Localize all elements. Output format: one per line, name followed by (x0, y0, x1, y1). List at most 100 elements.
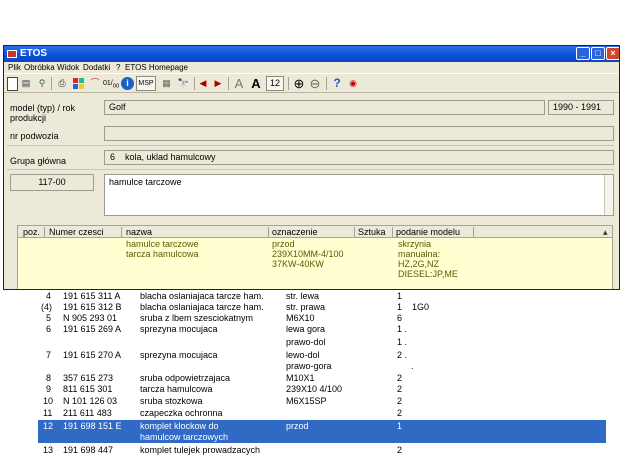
row-name: sruba odpowietrzajaca (140, 373, 231, 383)
row-designation: 239X10 4/100 (286, 384, 343, 394)
row-part-number: N 101 126 03 (63, 396, 118, 406)
toolbar: ▤ ⚲ ⎙ ⌒ 01/00 i MSP ▦ 🔭 ◀ ▶ A A 12 ⊕ ⊖ ?… (4, 73, 619, 93)
new-document-icon[interactable] (7, 77, 18, 91)
row-quantity: 2 . (397, 350, 408, 360)
row-part-number: 811 615 301 (63, 384, 113, 394)
table-row-selected[interactable] (38, 420, 606, 443)
col-name[interactable]: nazwa (126, 227, 152, 237)
row-designation: M6X10 (286, 313, 315, 323)
row-poz: (4) (41, 302, 52, 312)
previous-icon[interactable]: ◀ (197, 76, 209, 91)
row-part-number: 191 615 269 A (63, 324, 122, 334)
measure-icon[interactable]: ⌒ (88, 76, 102, 91)
menu-bar: Plik Obróbka Widok Dodatki ? ETOS Homepa… (4, 62, 619, 73)
window-title: ETOS (20, 48, 48, 59)
row-name: sprezyna mocujaca (140, 350, 218, 360)
group-row-designation-1: przod (272, 239, 295, 249)
row-designation: M10X1 (286, 373, 315, 383)
menu-etos-homepage[interactable]: ETOS Homepage (125, 63, 188, 72)
col-part-number[interactable]: Numer czesci (49, 227, 104, 237)
row-quantity: 2 (397, 408, 403, 418)
row-part-number: 191 615 311 A (63, 291, 121, 301)
app-window: ETOS _ □ × Plik Obróbka Widok Dodatki ? … (3, 45, 620, 290)
row-name: komplet klockow do (140, 421, 219, 431)
row-quantity: 2 (397, 384, 403, 394)
row-designation: lewo-dol (286, 350, 320, 360)
print-icon[interactable]: ⎙ (54, 76, 70, 91)
col-quantity[interactable]: Sztuka (358, 227, 386, 237)
row-poz: 5 (46, 313, 52, 323)
binoculars-icon[interactable]: 🔭 (176, 76, 191, 91)
row-poz: 6 (46, 324, 52, 334)
years-field[interactable]: 1990 - 1991 (548, 100, 614, 115)
font-increase-icon[interactable]: A (249, 76, 263, 91)
units-icon[interactable]: 01/00 (103, 76, 119, 91)
row-quantity: 2 (397, 396, 403, 406)
row-quantity: . (411, 361, 414, 371)
subgroup-code[interactable]: 117-00 (10, 174, 94, 191)
model-field[interactable]: Golf (104, 100, 545, 115)
row-quantity: 1 (397, 302, 403, 312)
col-designation[interactable]: oznaczenie (272, 227, 318, 237)
row-name: sprezyna mocujaca (140, 324, 218, 334)
row-poz: 7 (46, 350, 52, 360)
calculator-icon[interactable]: ▦ (159, 76, 174, 91)
row-part-number: N 905 293 01 (63, 313, 118, 323)
next-icon[interactable]: ▶ (212, 76, 224, 91)
info-icon[interactable]: i (121, 77, 134, 90)
title-bar[interactable]: ETOS _ □ × (4, 46, 619, 62)
group-row-designation-2: 239X10MM-4/100 (272, 249, 344, 259)
table-scroll-up-icon[interactable]: ▴ (603, 227, 608, 238)
menu-widok[interactable]: Widok (57, 63, 79, 72)
col-model[interactable]: podanie modelu (396, 227, 460, 237)
menu-dodatki[interactable]: Dodatki (83, 63, 110, 72)
row-poz: 4 (46, 291, 52, 301)
group-field[interactable]: 6 kola, uklad hamulcowy (104, 150, 614, 165)
font-decrease-icon[interactable]: A (232, 76, 246, 91)
row-designation: str. lewa (286, 291, 320, 301)
chassis-field[interactable] (104, 126, 614, 141)
row-part-number: 357 615 273 (63, 373, 114, 383)
row-name: blacha oslaniajaca tarcze ham. (140, 302, 264, 312)
menu-help[interactable]: ? (116, 63, 120, 72)
menu-obrobka[interactable]: Obróbka (24, 63, 55, 72)
help-icon[interactable]: ? (331, 76, 343, 91)
row-quantity: 6 (397, 313, 403, 323)
row-designation: M6X15SP (286, 396, 327, 406)
zoom-in-icon[interactable]: ⊕ (292, 76, 306, 91)
model-label: model (typ) / rok produkcji (10, 103, 76, 123)
zoom-out-icon[interactable]: ⊖ (308, 76, 322, 91)
row-part-number: 191 615 270 A (63, 350, 122, 360)
grid-view-icon[interactable] (72, 76, 85, 91)
group-header-row[interactable]: hamulce tarczowe tarcza hamulcowa przod … (17, 238, 613, 289)
row-model: 1G0 (412, 302, 430, 312)
maximize-button[interactable]: □ (591, 47, 605, 60)
app-icon (7, 50, 17, 58)
row-name: blacha oslaniajaca tarcze ham. (140, 291, 264, 301)
etos-logo-icon[interactable]: ◉ (346, 76, 360, 91)
group-row-name-1: hamulce tarczowe (126, 239, 199, 249)
row-poz: 12 (43, 421, 54, 431)
col-poz[interactable]: poz. (23, 227, 40, 237)
minimize-button[interactable]: _ (576, 47, 590, 60)
divider (7, 169, 614, 170)
row-part-number: 191 698 151 E (63, 421, 122, 431)
group-value: kola, uklad hamulcowy (125, 152, 216, 162)
row-quantity: 2 (397, 373, 403, 383)
msp-button[interactable]: MSP (136, 76, 156, 91)
description-scrollbar[interactable] (604, 175, 613, 215)
search-parts-icon[interactable]: ⚲ (35, 76, 49, 91)
row-poz: 10 (43, 396, 54, 406)
open-list-icon[interactable]: ▤ (19, 76, 33, 91)
row-quantity: 1 (397, 291, 403, 301)
font-size-field[interactable]: 12 (266, 76, 284, 91)
row-name: tarcza hamulcowa (140, 384, 213, 394)
group-row-designation-3: 37KW-40KW (272, 259, 324, 269)
subgroup-description[interactable]: hamulce tarczowe (104, 174, 614, 216)
group-row-name-2: tarcza hamulcowa (126, 249, 199, 259)
menu-plik[interactable]: Plik (8, 63, 21, 72)
close-button[interactable]: × (606, 47, 619, 60)
group-row-model-4: DIESEL:JP,ME (398, 269, 458, 279)
group-row-model-2: manualna: (398, 249, 441, 259)
row-quantity: 1 . (397, 337, 408, 347)
